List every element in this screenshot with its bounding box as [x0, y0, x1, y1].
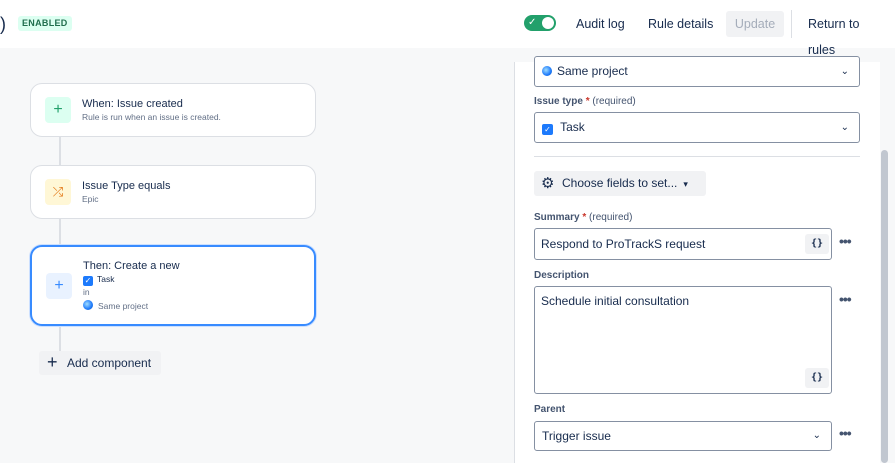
description-textarea[interactable]: Schedule initial consultation — [534, 286, 832, 394]
parent-select[interactable]: Trigger issue ⌄ — [534, 421, 832, 451]
chevron-down-icon: ⌄ — [840, 66, 849, 77]
node-subtitle: Rule is run when an issue is created. — [82, 112, 221, 122]
panel-scrollbar[interactable] — [881, 150, 888, 463]
in-text: in — [83, 287, 90, 297]
chevron-down-icon: ⌄ — [840, 122, 849, 133]
plus-icon: + — [47, 352, 58, 372]
plus-icon: + — [46, 273, 72, 299]
rule-canvas: + When: Issue created Rule is run when a… — [0, 48, 510, 463]
choose-fields-button[interactable]: ⚙ Choose fields to set... ▾ — [534, 171, 706, 196]
rule-details-button[interactable]: Rule details — [642, 11, 719, 37]
add-component-label: Add component — [67, 356, 152, 370]
smart-value-button[interactable]: {} — [805, 234, 829, 254]
project-value: Same project — [98, 301, 149, 311]
issue-type-label: Issue type * (required) — [534, 96, 636, 107]
summary-label: Summary * (required) — [534, 212, 633, 223]
condition-node[interactable]: ⤮ Issue Type equals Epic — [30, 165, 316, 219]
summary-value: Respond to ProTrackS request — [541, 237, 706, 251]
choose-fields-label: Choose fields to set... — [562, 176, 678, 190]
summary-input[interactable]: Respond to ProTrackS request — [534, 228, 832, 260]
node-title: Issue Type equals — [82, 180, 171, 192]
smart-value-button[interactable]: {} — [805, 368, 829, 388]
issue-type-select-value: Task — [560, 120, 585, 134]
trigger-node[interactable]: + When: Issue created Rule is run when a… — [30, 83, 316, 137]
description-value: Schedule initial consultation — [541, 294, 690, 308]
toggle-knob — [542, 17, 554, 29]
task-checkbox-icon: ✓ — [542, 124, 553, 135]
issue-type-line: ✓ Task — [83, 274, 114, 286]
rule-header: ) ENABLED ✓ Audit log Rule details Updat… — [0, 0, 895, 57]
rule-enabled-toggle[interactable]: ✓ — [524, 15, 556, 31]
chevron-down-icon: ▾ — [683, 179, 688, 189]
node-subtitle: Epic — [82, 194, 99, 204]
chevron-down-icon: ⌄ — [812, 430, 821, 441]
plus-icon: + — [45, 97, 71, 123]
action-node[interactable]: + Then: Create a new ✓ Task in Same proje… — [30, 245, 316, 326]
project-select[interactable]: Same project ⌄ — [534, 56, 860, 87]
parent-select-value: Trigger issue — [542, 429, 611, 443]
connector-line — [59, 137, 61, 165]
rule-title-fragment: ) — [0, 14, 6, 34]
header-divider — [791, 10, 792, 38]
globe-icon — [542, 66, 552, 76]
shuffle-icon: ⤮ — [45, 179, 71, 205]
parent-label: Parent — [534, 404, 566, 415]
add-component-button[interactable]: + Add component — [39, 351, 161, 375]
issue-type-select[interactable]: ✓ Task ⌄ — [534, 112, 860, 143]
node-title: Then: Create a new — [83, 260, 180, 272]
globe-icon — [83, 300, 93, 310]
project-select-value: Same project — [557, 64, 628, 78]
audit-log-button[interactable]: Audit log — [570, 11, 631, 37]
description-label: Description — [534, 270, 590, 281]
connector-line — [59, 219, 61, 245]
node-title: When: Issue created — [82, 98, 183, 110]
gear-icon: ⚙ — [541, 175, 555, 192]
section-divider — [534, 156, 860, 157]
check-icon: ✓ — [528, 17, 537, 28]
task-checkbox-icon: ✓ — [83, 276, 93, 286]
issue-type-value: Task — [97, 274, 115, 284]
project-line: Same project — [83, 300, 148, 311]
parent-more-button[interactable]: ••• — [839, 425, 852, 441]
update-button[interactable]: Update — [726, 11, 784, 37]
description-more-button[interactable]: ••• — [839, 291, 852, 307]
return-to-rules-button[interactable]: Return to rules — [802, 11, 895, 57]
connector-line — [59, 326, 61, 351]
summary-more-button[interactable]: ••• — [839, 233, 852, 249]
status-badge: ENABLED — [18, 16, 72, 31]
